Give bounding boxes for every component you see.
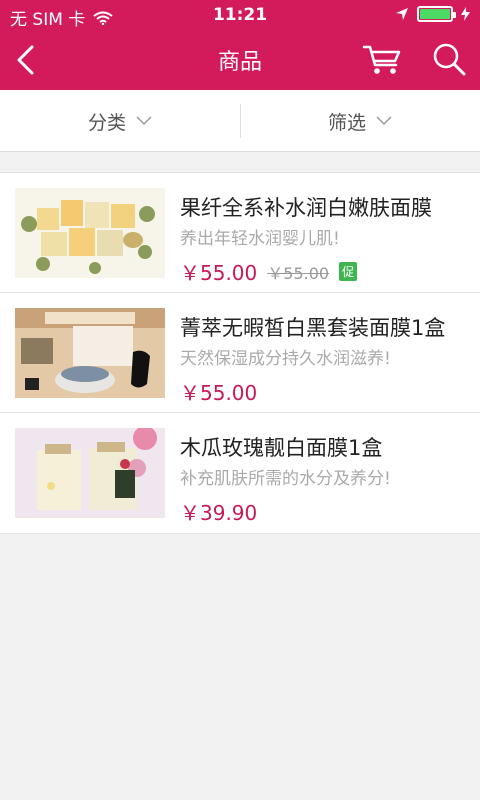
product-list: 果纤全系补水润白嫩肤面膜 养出年轻水润婴儿肌! ￥55.00 ￥55.00 促 … (0, 172, 480, 534)
charging-icon (461, 7, 470, 21)
page-title: 商品 (217, 50, 262, 75)
product-item[interactable]: 木瓜玫瑰靓白面膜1盒 补充肌肤所需的水分及养分! ￥39.90 (0, 413, 480, 533)
location-arrow-icon (396, 8, 408, 20)
product-title: 果纤全系补水润白嫩肤面膜 (180, 196, 432, 220)
price-row: ￥39.90 (180, 497, 257, 526)
promo-badge: 促 (339, 262, 358, 281)
product-subtitle: 天然保湿成分持久水润滋养! (180, 349, 391, 369)
product-item[interactable]: 果纤全系补水润白嫩肤面膜 养出年轻水润婴儿肌! ￥55.00 ￥55.00 促 (0, 173, 480, 293)
filter-bar: 分类 筛选 (0, 90, 480, 152)
product-title: 菁萃无暇皙白黑套装面膜1盒 (180, 316, 446, 340)
battery-level (420, 9, 450, 19)
product-subtitle: 养出年轻水润婴儿肌! (180, 229, 340, 249)
category-filter-label: 分类 (87, 111, 126, 134)
product-image (15, 188, 165, 278)
product-image (15, 308, 165, 398)
product-price: ￥55.00 (180, 261, 258, 285)
app-header: 无 SIM 卡 11:21 商品 (0, 0, 480, 90)
cart-icon[interactable] (362, 43, 402, 77)
chevron-down-icon (376, 116, 392, 126)
price-row: ￥55.00 (180, 377, 257, 406)
price-row: ￥55.00 ￥55.00 促 (180, 257, 358, 286)
category-filter-button[interactable]: 分类 (0, 90, 240, 152)
product-price: ￥39.90 (180, 501, 258, 525)
filter-options-label: 筛选 (327, 111, 366, 134)
product-image (15, 428, 165, 518)
nav-bar: 商品 (0, 30, 480, 90)
product-original-price: ￥55.00 (267, 263, 330, 283)
product-item[interactable]: 菁萃无暇皙白黑套装面膜1盒 天然保湿成分持久水润滋养! ￥55.00 (0, 293, 480, 413)
search-icon[interactable] (432, 42, 466, 76)
product-subtitle: 补充肌肤所需的水分及养分! (180, 469, 391, 489)
status-bar: 无 SIM 卡 11:21 (0, 0, 480, 30)
battery-icon (417, 6, 456, 22)
product-title: 木瓜玫瑰靓白面膜1盒 (180, 436, 383, 460)
product-price: ￥55.00 (180, 381, 258, 405)
filter-options-button[interactable]: 筛选 (240, 90, 480, 152)
chevron-down-icon (136, 116, 152, 126)
